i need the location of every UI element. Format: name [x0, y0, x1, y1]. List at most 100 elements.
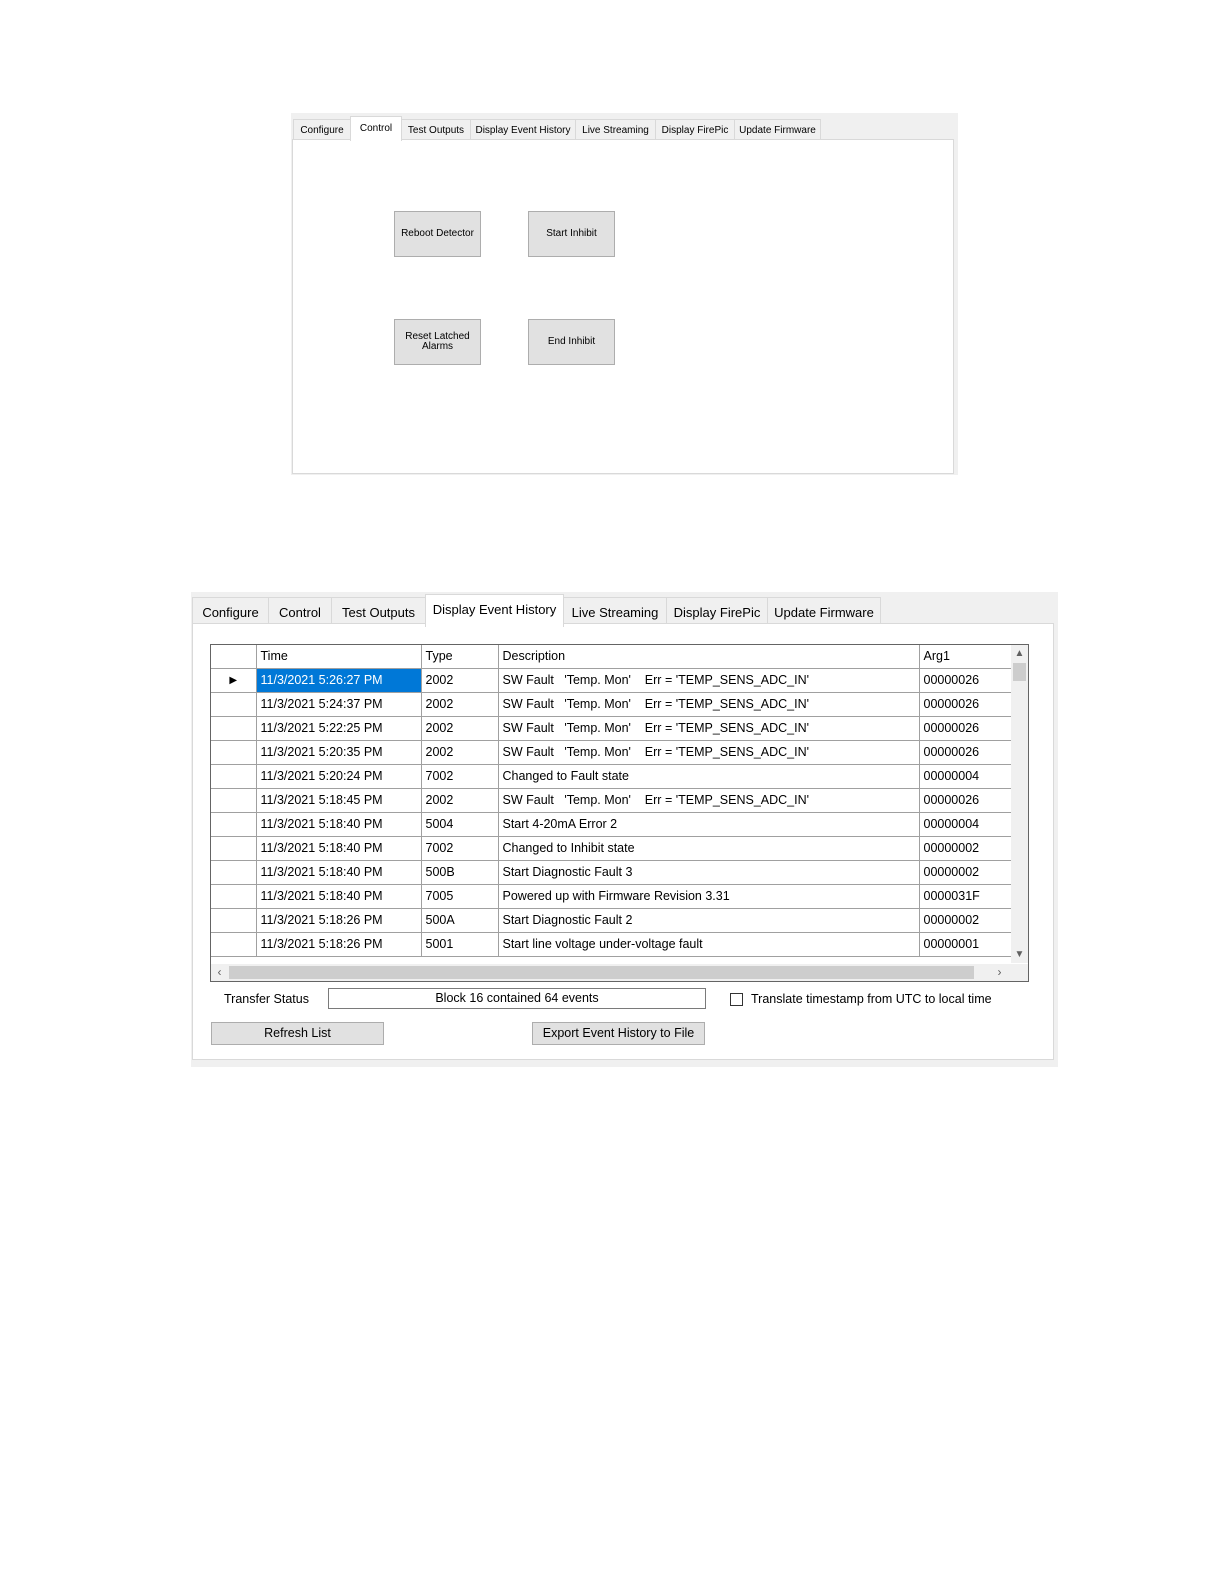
cell-time[interactable]: 11/3/2021 5:18:40 PM	[256, 860, 422, 885]
start-inhibit-button[interactable]: Start Inhibit	[528, 211, 615, 257]
cell-description[interactable]: Changed to Inhibit state	[498, 836, 920, 861]
cell-type[interactable]: 2002	[421, 692, 499, 717]
scroll-down-icon[interactable]: ▼	[1011, 946, 1028, 963]
vertical-scroll-thumb[interactable]	[1013, 663, 1026, 681]
cell-description[interactable]: Changed to Fault state	[498, 764, 920, 789]
cell-time[interactable]: 11/3/2021 5:26:27 PM	[256, 668, 422, 693]
row-header[interactable]	[211, 740, 257, 765]
column-header-time[interactable]: Time	[256, 645, 422, 669]
vertical-scrollbar[interactable]: ▲ ▼	[1011, 645, 1028, 963]
cell-type[interactable]: 500B	[421, 860, 499, 885]
reboot-detector-button[interactable]: Reboot Detector	[394, 211, 481, 257]
cell-type[interactable]: 2002	[421, 668, 499, 693]
translate-timestamp-label[interactable]: Translate timestamp from UTC to local ti…	[751, 992, 992, 1006]
cell-description[interactable]: SW Fault 'Temp. Mon' Err = 'TEMP_SENS_AD…	[498, 668, 920, 693]
tab-live-streaming[interactable]: Live Streaming	[563, 597, 667, 626]
cell-arg1[interactable]: 00000002	[919, 860, 1012, 885]
cell-time[interactable]: 11/3/2021 5:22:25 PM	[256, 716, 422, 741]
tab-control[interactable]: Control	[268, 597, 332, 626]
horizontal-scrollbar[interactable]: ‹ ›	[211, 964, 1028, 981]
cell-time[interactable]: 11/3/2021 5:24:37 PM	[256, 692, 422, 717]
cell-description[interactable]: Powered up with Firmware Revision 3.31	[498, 884, 920, 909]
cell-description[interactable]: Start line voltage under-voltage fault	[498, 932, 920, 957]
cell-arg1[interactable]: 00000004	[919, 764, 1012, 789]
cell-description[interactable]: SW Fault 'Temp. Mon' Err = 'TEMP_SENS_AD…	[498, 740, 920, 765]
cell-arg1[interactable]: 00000026	[919, 788, 1012, 813]
cell-arg1[interactable]: 00000026	[919, 740, 1012, 765]
cell-type[interactable]: 7002	[421, 836, 499, 861]
tab-display-event-history[interactable]: Display Event History	[425, 594, 564, 627]
tab-control[interactable]: Control	[350, 116, 402, 141]
cell-type[interactable]: 5001	[421, 932, 499, 957]
cell-time[interactable]: 11/3/2021 5:20:24 PM	[256, 764, 422, 789]
tab-display-event-history[interactable]: Display Event History	[470, 119, 576, 140]
cell-time[interactable]: 11/3/2021 5:20:35 PM	[256, 740, 422, 765]
row-header[interactable]	[211, 884, 257, 909]
refresh-list-button[interactable]: Refresh List	[211, 1022, 384, 1045]
cell-description[interactable]: Start Diagnostic Fault 3	[498, 860, 920, 885]
cell-time[interactable]: 11/3/2021 5:18:40 PM	[256, 884, 422, 909]
table-row[interactable]: 11/3/2021 5:18:26 PM 500A Start Diagnostic…	[211, 908, 1012, 933]
horizontal-scroll-thumb[interactable]	[229, 966, 974, 979]
row-header[interactable]	[211, 788, 257, 813]
cell-type[interactable]: 7005	[421, 884, 499, 909]
cell-arg1[interactable]: 00000004	[919, 812, 1012, 837]
cell-time[interactable]: 11/3/2021 5:18:40 PM	[256, 812, 422, 837]
scroll-left-icon[interactable]: ‹	[211, 964, 228, 981]
tab-test-outputs[interactable]: Test Outputs	[401, 119, 471, 140]
table-row[interactable]: 11/3/2021 5:18:26 PM 5001 Start line volta…	[211, 932, 1012, 957]
reset-latched-alarms-button[interactable]: Reset Latched Alarms	[394, 319, 481, 365]
scroll-right-icon[interactable]: ›	[991, 964, 1008, 981]
cell-type[interactable]: 2002	[421, 740, 499, 765]
cell-time[interactable]: 11/3/2021 5:18:40 PM	[256, 836, 422, 861]
row-header[interactable]	[211, 764, 257, 789]
cell-arg1[interactable]: 0000031F	[919, 884, 1012, 909]
table-row[interactable]: 11/3/2021 5:20:24 PM 7002 Changed to Fault…	[211, 764, 1012, 789]
tab-update-firmware[interactable]: Update Firmware	[734, 119, 821, 140]
cell-time[interactable]: 11/3/2021 5:18:26 PM	[256, 932, 422, 957]
tab-update-firmware[interactable]: Update Firmware	[767, 597, 881, 626]
tab-live-streaming[interactable]: Live Streaming	[575, 119, 656, 140]
table-row[interactable]: 11/3/2021 5:18:40 PM 5004 Start 4-20mA Err…	[211, 812, 1012, 837]
column-header-arg1[interactable]: Arg1	[919, 645, 1012, 669]
cell-arg1[interactable]: 00000026	[919, 668, 1012, 693]
row-header[interactable]	[211, 860, 257, 885]
scroll-up-icon[interactable]: ▲	[1011, 645, 1028, 662]
row-header[interactable]	[211, 836, 257, 861]
table-row[interactable]: 11/3/2021 5:18:40 PM 7005 Powered up with …	[211, 884, 1012, 909]
row-header[interactable]	[211, 692, 257, 717]
row-header[interactable]	[211, 716, 257, 741]
row-header[interactable]: ▶	[211, 668, 257, 693]
cell-type[interactable]: 7002	[421, 764, 499, 789]
cell-type[interactable]: 2002	[421, 716, 499, 741]
translate-timestamp-checkbox[interactable]	[730, 993, 743, 1006]
event-grid[interactable]: Time Type Description Arg1 ▶ 11/3/2021 5:…	[210, 644, 1029, 982]
cell-description[interactable]: SW Fault 'Temp. Mon' Err = 'TEMP_SENS_AD…	[498, 716, 920, 741]
cell-type[interactable]: 500A	[421, 908, 499, 933]
table-row[interactable]: ▶ 11/3/2021 5:26:27 PM 2002 SW Fault 'Temp.…	[211, 668, 1012, 693]
tab-configure[interactable]: Configure	[293, 119, 351, 140]
table-row[interactable]: 11/3/2021 5:18:45 PM 2002 SW Fault 'Temp. …	[211, 788, 1012, 813]
table-row[interactable]: 11/3/2021 5:20:35 PM 2002 SW Fault 'Temp. …	[211, 740, 1012, 765]
row-header[interactable]	[211, 908, 257, 933]
tab-display-firepic[interactable]: Display FirePic	[655, 119, 735, 140]
cell-arg1[interactable]: 00000002	[919, 836, 1012, 861]
table-row[interactable]: 11/3/2021 5:18:40 PM 7002 Changed to Inhib…	[211, 836, 1012, 861]
cell-description[interactable]: Start Diagnostic Fault 2	[498, 908, 920, 933]
row-header[interactable]	[211, 812, 257, 837]
cell-arg1[interactable]: 00000026	[919, 692, 1012, 717]
cell-arg1[interactable]: 00000002	[919, 908, 1012, 933]
cell-type[interactable]: 2002	[421, 788, 499, 813]
tab-test-outputs[interactable]: Test Outputs	[331, 597, 426, 626]
row-header[interactable]	[211, 932, 257, 957]
tab-configure[interactable]: Configure	[192, 597, 269, 626]
cell-description[interactable]: SW Fault 'Temp. Mon' Err = 'TEMP_SENS_AD…	[498, 692, 920, 717]
cell-description[interactable]: Start 4-20mA Error 2	[498, 812, 920, 837]
column-header-description[interactable]: Description	[498, 645, 920, 669]
cell-arg1[interactable]: 00000026	[919, 716, 1012, 741]
cell-time[interactable]: 11/3/2021 5:18:26 PM	[256, 908, 422, 933]
export-event-history-button[interactable]: Export Event History to File	[532, 1022, 705, 1045]
table-row[interactable]: 11/3/2021 5:22:25 PM 2002 SW Fault 'Temp. …	[211, 716, 1012, 741]
cell-type[interactable]: 5004	[421, 812, 499, 837]
table-row[interactable]: 11/3/2021 5:18:40 PM 500B Start Diagnostic…	[211, 860, 1012, 885]
